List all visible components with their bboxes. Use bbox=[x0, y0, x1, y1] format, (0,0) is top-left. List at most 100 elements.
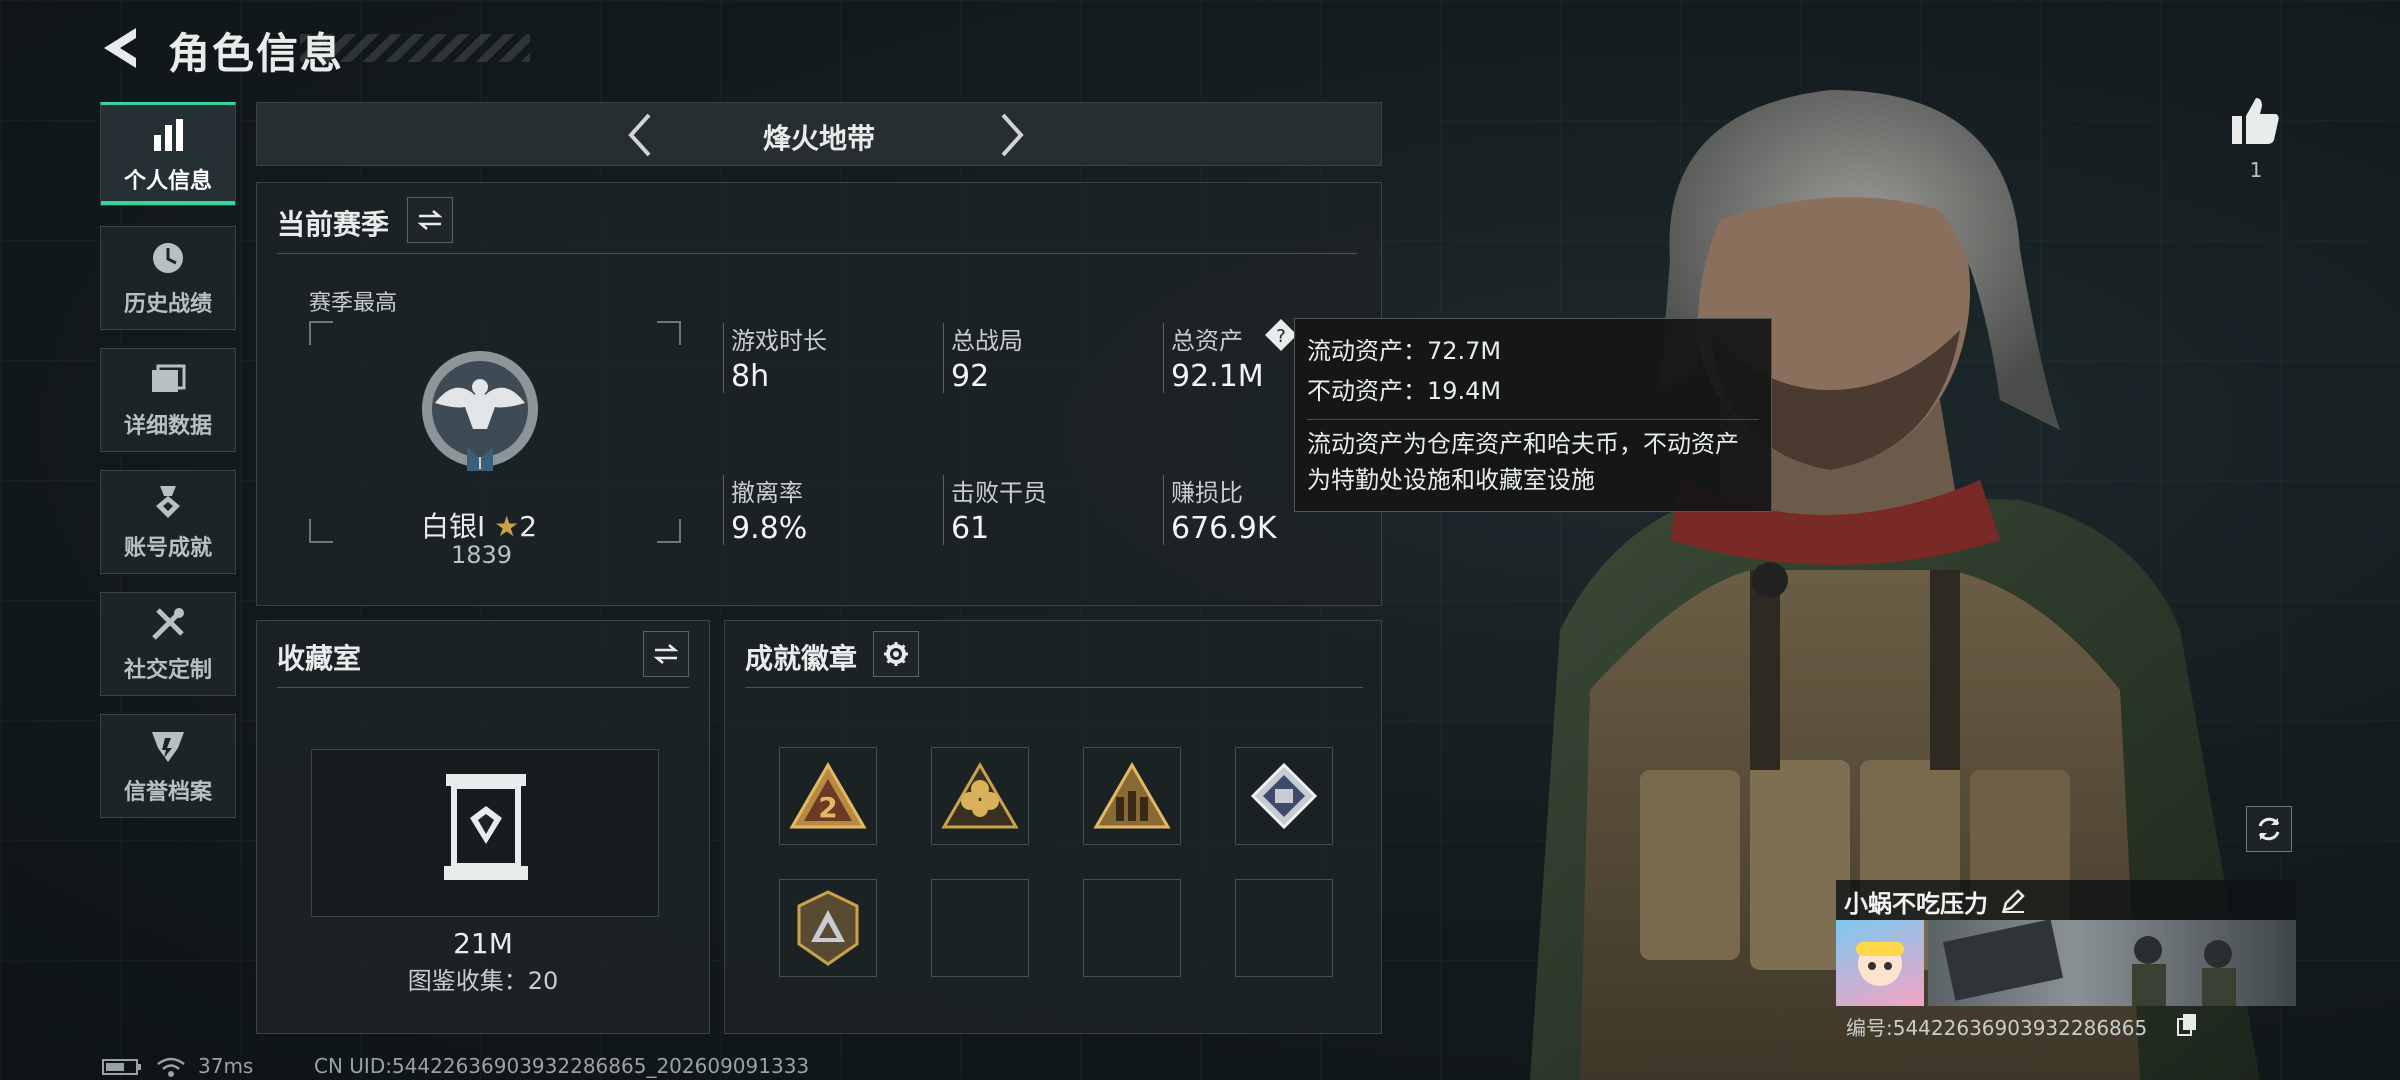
achievements-settings-button[interactable] bbox=[873, 631, 919, 677]
stat-value: 676.9K bbox=[1171, 511, 1277, 546]
profile-banner-image bbox=[1928, 919, 2296, 1006]
badge-slot[interactable] bbox=[931, 747, 1029, 845]
tools-icon bbox=[152, 608, 184, 640]
stat-value: 92 bbox=[951, 359, 990, 394]
tooltip-liquid-assets: 流动资产：72.7M bbox=[1307, 337, 1502, 365]
stat-value: 61 bbox=[951, 511, 990, 546]
collection-divider bbox=[277, 687, 689, 688]
achievements-title: 成就徽章 bbox=[745, 642, 858, 675]
sidebar-item-label: 信誉档案 bbox=[123, 780, 212, 805]
title-decoration bbox=[300, 34, 530, 62]
avatar-character-image bbox=[1856, 942, 1904, 986]
sidebar-item-social[interactable]: 社交定制 bbox=[100, 592, 236, 696]
achievements-divider bbox=[745, 687, 1363, 688]
stat-value: 92.1M bbox=[1171, 359, 1264, 394]
tooltip-description: 流动资产为仓库资产和哈夫币，不动资产为特勤处设施和收藏室设施 bbox=[1307, 419, 1759, 498]
like-count: 1 bbox=[2249, 158, 2263, 182]
next-mode-arrow-icon[interactable] bbox=[987, 111, 1035, 159]
profile-name-bar: 小蜗不吃压力 bbox=[1836, 880, 2296, 920]
sidebar-item-detailed-data[interactable]: 详细数据 bbox=[100, 348, 236, 452]
battery-icon bbox=[102, 1059, 141, 1075]
sidebar-item-label: 账号成就 bbox=[123, 536, 212, 561]
swap-icon bbox=[653, 644, 679, 664]
folder-icon bbox=[152, 364, 186, 392]
copy-icon[interactable] bbox=[2176, 1012, 2198, 1036]
badge-slot[interactable] bbox=[779, 879, 877, 977]
sidebar-item-personal-info[interactable]: 个人信息 bbox=[100, 102, 236, 206]
badge-slot-empty[interactable] bbox=[1083, 879, 1181, 977]
mode-title: 烽火地带 bbox=[762, 122, 875, 155]
sidebar-item-label: 社交定制 bbox=[123, 658, 212, 683]
sidebar-item-label: 个人信息 bbox=[123, 169, 212, 194]
stat-divider bbox=[1163, 475, 1164, 545]
stat-divider bbox=[943, 475, 944, 545]
rank-name-row: 白银I ★2 bbox=[421, 505, 537, 545]
bronze-shield-badge-icon bbox=[797, 890, 859, 966]
display-case-icon bbox=[444, 774, 528, 880]
gear-icon bbox=[884, 642, 908, 666]
collection-switch-button[interactable] bbox=[643, 631, 689, 677]
player-id: 编号:54422636903932286865 bbox=[1846, 1016, 2148, 1040]
sidebar-item-achievements[interactable]: 账号成就 bbox=[100, 470, 236, 574]
stat-divider bbox=[723, 475, 724, 545]
frame-corner bbox=[657, 519, 681, 543]
badge-slot[interactable] bbox=[1235, 747, 1333, 845]
rank-name: 白银I bbox=[421, 510, 486, 543]
edit-pencil-icon[interactable] bbox=[2000, 888, 2026, 914]
collection-count: 图鉴收集：20 bbox=[407, 967, 559, 995]
season-best-label: 赛季最高 bbox=[309, 291, 398, 316]
stat-label: 总战局 bbox=[951, 327, 1023, 355]
refresh-button[interactable] bbox=[2246, 806, 2292, 852]
rank-stars: 2 bbox=[519, 510, 538, 543]
mode-selector: 烽火地带 bbox=[256, 102, 1382, 166]
banner-soldiers-image bbox=[1942, 919, 2236, 1006]
stat-label: 撤离率 bbox=[731, 479, 803, 507]
collection-title: 收藏室 bbox=[277, 642, 362, 675]
back-arrow-icon[interactable] bbox=[96, 22, 148, 74]
shield-icon bbox=[152, 732, 184, 762]
stat-value: 8h bbox=[731, 359, 770, 394]
sidebar-item-history[interactable]: 历史战绩 bbox=[100, 226, 236, 330]
refresh-icon bbox=[2258, 817, 2280, 841]
svg-text:I: I bbox=[478, 454, 483, 473]
wifi-icon bbox=[157, 1057, 185, 1077]
season-switch-button[interactable] bbox=[407, 197, 453, 243]
player-name: 小蜗不吃压力 bbox=[1844, 890, 1988, 918]
stat-divider bbox=[943, 323, 944, 393]
svg-text:?: ? bbox=[1276, 326, 1286, 347]
season-panel: 当前赛季 赛季最高 I 白银I ★2 1839 游戏时长 8h 总战局 92 总… bbox=[256, 182, 1382, 606]
uid-text: CN UID:54422636903932286865_202609091333 bbox=[314, 1054, 810, 1078]
badge-slot[interactable]: 2 bbox=[779, 747, 877, 845]
sidebar-item-reputation[interactable]: 信誉档案 bbox=[100, 714, 236, 818]
frame-corner bbox=[657, 321, 681, 345]
player-avatar[interactable] bbox=[1836, 920, 1924, 1006]
svg-text:2: 2 bbox=[818, 791, 837, 824]
gold-flower-badge-icon bbox=[941, 762, 1019, 829]
stat-label: 赚损比 bbox=[1171, 479, 1243, 507]
tooltip-fixed-assets: 不动资产：19.4M bbox=[1307, 377, 1502, 405]
achievements-panel: 成就徽章 2 bbox=[724, 620, 1382, 1034]
sidebar-item-label: 详细数据 bbox=[123, 414, 212, 439]
collection-display[interactable] bbox=[311, 749, 659, 917]
badge-slot[interactable] bbox=[1083, 747, 1181, 845]
collection-value: 21M bbox=[453, 927, 513, 960]
bar-chart-icon bbox=[154, 119, 183, 151]
stat-value: 9.8% bbox=[731, 511, 808, 546]
stat-label: 游戏时长 bbox=[731, 327, 827, 355]
badge-slot-empty[interactable] bbox=[1235, 879, 1333, 977]
collection-panel: 收藏室 21M 图鉴收集：20 bbox=[256, 620, 710, 1034]
swap-icon bbox=[417, 210, 443, 230]
rank-score: 1839 bbox=[451, 541, 513, 569]
stat-divider bbox=[1163, 323, 1164, 393]
season-divider bbox=[277, 253, 1357, 254]
ping-value: 37ms bbox=[198, 1054, 254, 1078]
gold-soldiers-badge-icon bbox=[1093, 762, 1171, 829]
rank-emblem-icon: I bbox=[422, 351, 538, 473]
badge-slot-empty[interactable] bbox=[931, 879, 1029, 977]
season-title: 当前赛季 bbox=[277, 208, 390, 241]
stat-label: 总资产 bbox=[1171, 327, 1243, 355]
stat-divider bbox=[723, 323, 724, 393]
stat-label: 击败干员 bbox=[951, 479, 1047, 507]
gold-triangle-badge-icon: 2 bbox=[789, 762, 867, 829]
thumbs-up-icon[interactable] bbox=[2230, 96, 2282, 146]
